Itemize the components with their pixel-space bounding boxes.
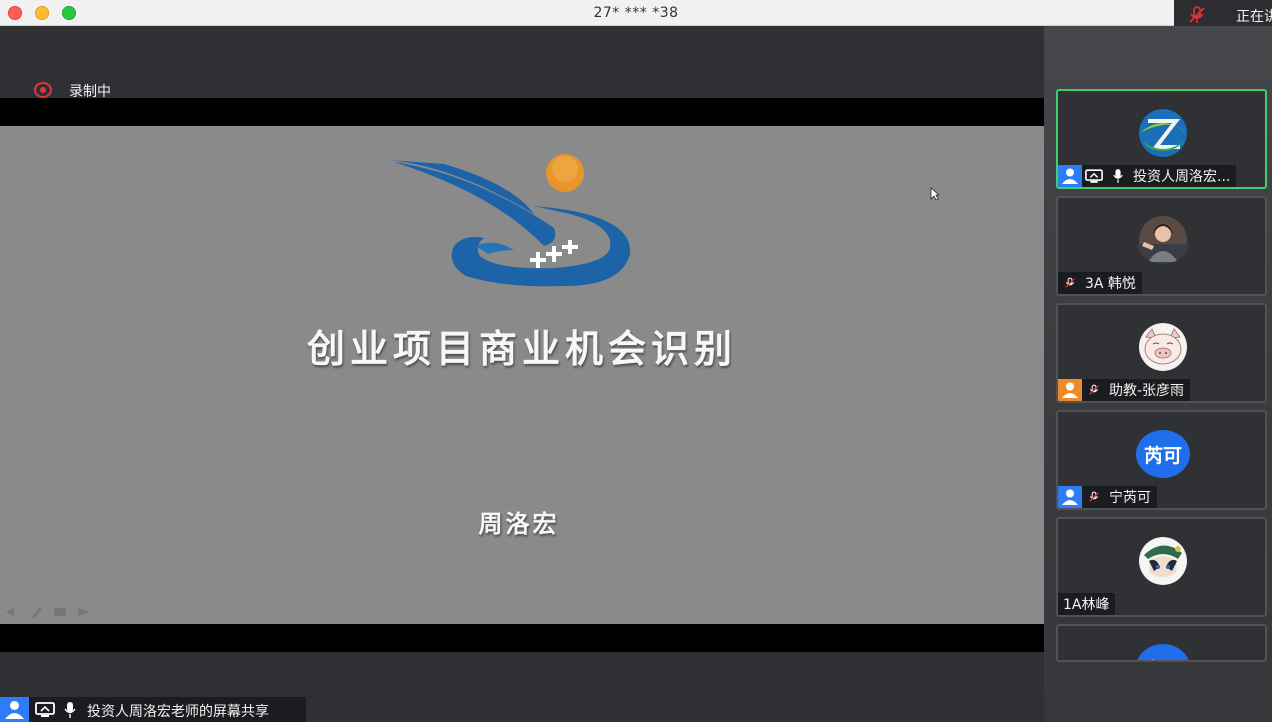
slide-logo-icon — [388, 154, 631, 287]
participant-tile[interactable]: 芮可 宁芮可 — [1056, 410, 1267, 510]
person-icon — [1062, 489, 1078, 505]
mic-muted-icon — [1058, 272, 1082, 294]
pig-avatar-icon — [1139, 323, 1187, 371]
mic-icon — [1106, 165, 1130, 187]
window-title-bar: 27* *** *38 — [0, 0, 1272, 26]
person-icon — [1062, 168, 1078, 184]
participant-tile[interactable]: 3A 韩悦 — [1056, 196, 1267, 296]
record-icon — [34, 82, 52, 98]
anime-avatar-icon — [1139, 537, 1187, 585]
next-icon[interactable] — [78, 608, 90, 616]
host-badge — [0, 697, 29, 722]
participant-label: 投资人周洛宏... — [1058, 165, 1237, 187]
photo-avatar-icon — [1136, 216, 1190, 264]
participant-name: 助教-张彦雨 — [1109, 383, 1185, 399]
mic-muted-icon — [1082, 486, 1106, 508]
participant-label: 宁芮可 — [1058, 486, 1157, 508]
screen-share-owner: 投资人周洛宏老师的屏幕共享 — [87, 704, 269, 720]
slide-annotation-toolbar[interactable] — [4, 605, 94, 619]
screen-share-label: 投资人周洛宏老师的屏幕共享 — [0, 697, 306, 722]
host-badge — [1058, 165, 1082, 187]
slide-author: 周洛宏 — [478, 510, 560, 538]
pen-icon[interactable] — [32, 607, 42, 619]
participant-tile[interactable]: 助教-张彦雨 — [1056, 303, 1267, 403]
text-avatar: 高昕 — [1136, 644, 1190, 660]
text-avatar: 芮可 — [1136, 430, 1190, 478]
participant-label: 3A 韩悦 — [1058, 272, 1142, 294]
window-title: 27* *** *38 — [593, 5, 679, 21]
person-icon — [5, 701, 24, 719]
meeting-window: 27* *** *38 正在讲 录制中 创业项目商业机会识别 周洛宏 投资人周洛… — [0, 0, 1272, 722]
participant-name: 1A林峰 — [1063, 597, 1110, 613]
participant-label: 1A林峰 — [1058, 593, 1116, 615]
participant-name: 3A 韩悦 — [1085, 276, 1136, 292]
previous-icon[interactable] — [6, 608, 14, 616]
participant-tile[interactable]: 投资人周洛宏... — [1056, 89, 1267, 189]
person-icon — [1062, 382, 1078, 398]
mouse-cursor-icon — [930, 187, 940, 201]
mic-icon — [64, 702, 76, 718]
cohost-badge — [1058, 379, 1082, 401]
speaking-status-text: 正在讲 — [1236, 9, 1272, 25]
host-badge — [1058, 486, 1082, 508]
mic-muted-icon[interactable] — [1184, 5, 1210, 25]
screen-share-icon — [35, 702, 55, 717]
screen-icon[interactable] — [54, 608, 66, 616]
participant-name: 宁芮可 — [1109, 490, 1151, 506]
screen-share-icon — [1082, 165, 1106, 187]
participant-tile[interactable]: 1A林峰 — [1056, 517, 1267, 617]
participant-label: 助教-张彦雨 — [1058, 379, 1191, 401]
slide-title: 创业项目商业机会识别 — [306, 327, 737, 371]
org-logo-icon — [1139, 109, 1187, 157]
participant-tile[interactable]: 高昕 — [1056, 624, 1267, 662]
participant-name: 投资人周洛宏... — [1133, 169, 1231, 185]
mic-muted-icon — [1082, 379, 1106, 401]
